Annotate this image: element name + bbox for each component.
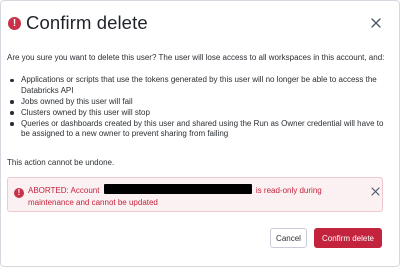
close-icon[interactable]	[367, 14, 385, 32]
cancel-button[interactable]: Cancel	[270, 228, 307, 248]
close-icon[interactable]	[369, 185, 381, 197]
dialog-intro: Are you sure you want to delete this use…	[7, 53, 385, 62]
undone-warning: This action cannot be undone.	[7, 158, 115, 167]
error-alert: ! ABORTED: Account is read-only during m…	[7, 177, 383, 212]
list-item: Applications or scripts that use the tok…	[10, 75, 391, 96]
list-item: Jobs owned by this user will fail	[10, 97, 391, 108]
consequence-list: Applications or scripts that use the tok…	[10, 75, 391, 140]
alert-message: ABORTED: Account is read-only during mai…	[28, 184, 348, 209]
redacted-account-name	[103, 184, 252, 194]
error-circle-icon: !	[14, 188, 24, 198]
list-item: Queries or dashboards created by this us…	[10, 119, 391, 140]
list-item: Clusters owned by this user will stop	[10, 108, 391, 119]
error-circle-icon: !	[8, 17, 21, 30]
dialog-title: Confirm delete	[26, 12, 148, 33]
confirm-delete-dialog: ! Confirm delete Are you sure you want t…	[0, 0, 400, 267]
alert-prefix: ABORTED: Account	[28, 186, 100, 195]
confirm-delete-button[interactable]: Confirm delete	[314, 228, 382, 248]
